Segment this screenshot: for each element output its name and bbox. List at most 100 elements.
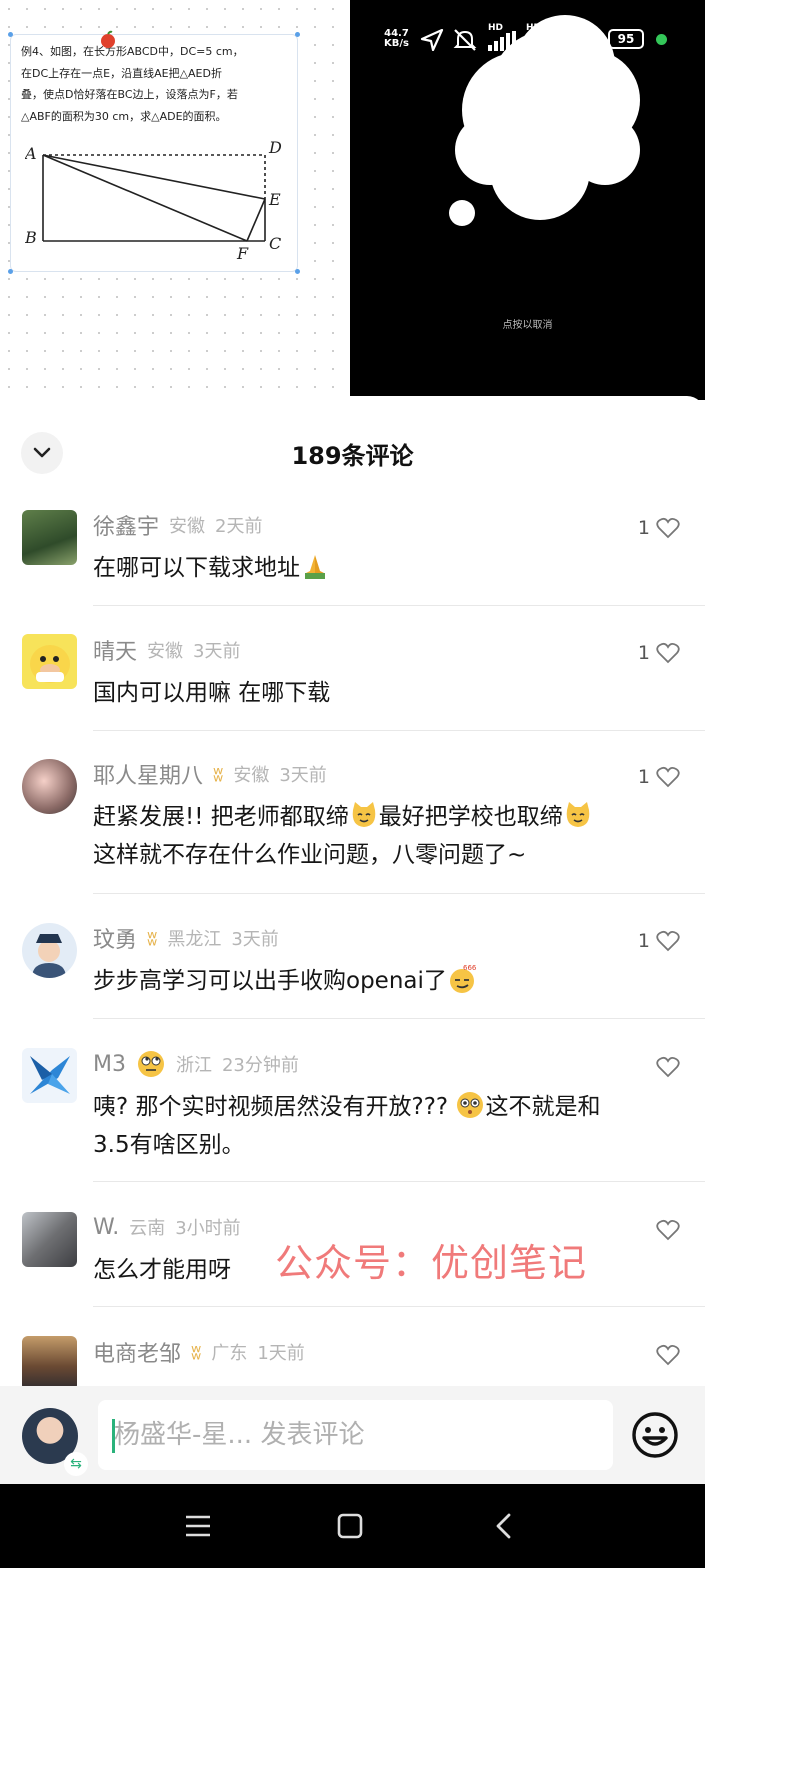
comment-text-content: 咦? 那个实时视频居然没有开放???: [93, 1094, 449, 1120]
like-button[interactable]: 1: [620, 928, 680, 954]
like-button[interactable]: [620, 1342, 680, 1368]
praying-hands-icon: [305, 555, 325, 579]
comment-count-title: 189条评论: [291, 442, 414, 470]
avatar[interactable]: [22, 634, 77, 689]
like-count: 1: [637, 517, 650, 539]
like-button[interactable]: [620, 1217, 680, 1243]
comment-input[interactable]: [98, 1400, 613, 1470]
region: 浙江: [175, 1055, 212, 1076]
network-speed: 44.7 KB/s: [384, 29, 409, 49]
rolling-eyes-face-icon: [137, 1051, 164, 1077]
cat-face-icon: [352, 802, 376, 827]
cancel-hint[interactable]: 点按以取消: [350, 316, 705, 331]
duck-avatar-icon: [30, 645, 70, 683]
comment-text[interactable]: 国内可以用嘛 在哪下载: [93, 674, 683, 712]
label-e: E: [268, 190, 281, 209]
divider: [93, 730, 705, 731]
comment-input-bar: ⇆: [0, 1386, 705, 1484]
divider: [93, 893, 705, 894]
verified-badge-icon: ʬ: [191, 1340, 202, 1364]
location-arrow-icon: [420, 29, 444, 51]
username[interactable]: 徐鑫宇: [93, 509, 159, 541]
username[interactable]: W.: [93, 1215, 119, 1240]
emoji-button-icon[interactable]: [630, 1410, 680, 1460]
region: 安徽: [169, 516, 206, 537]
region: 云南: [129, 1218, 166, 1239]
avatar[interactable]: [22, 759, 77, 814]
comment-text-content: 这样就不存在什么作业问题，八零问题了~: [93, 842, 527, 868]
resize-handle[interactable]: [295, 269, 300, 274]
comment-text[interactable]: 赶紧发展!! 把老师都取缔 最好把学校也取缔 这样就不存在什么作业问题，八零问题了…: [93, 798, 683, 874]
username[interactable]: 晴天: [93, 634, 137, 666]
comment-text[interactable]: 在哪可以下载求地址: [93, 549, 683, 587]
privacy-indicator-dot: [656, 34, 667, 45]
comment-text-content: 最好把学校也取缔: [378, 804, 563, 830]
flushed-face-icon: [457, 1092, 484, 1118]
timestamp: 1天前: [257, 1343, 305, 1364]
region: 黑龙江: [167, 929, 222, 950]
system-nav-bar: [0, 1484, 705, 1568]
comment-text-content: 3.5有啥区别。: [93, 1132, 245, 1158]
label-c: C: [269, 234, 281, 253]
like-count: 1: [637, 930, 650, 952]
timestamp: 3小时前: [175, 1218, 241, 1239]
heart-icon: [656, 930, 680, 952]
region: 安徽: [233, 765, 270, 786]
problem-text: 例4、如图，在长方形ABCD中，DC=5 cm， 在DC上存在一点E，沿直线AE…: [21, 41, 293, 127]
swap-account-icon[interactable]: ⇆: [64, 1452, 88, 1476]
bird-logo-icon: [30, 1056, 70, 1094]
menu-button[interactable]: [178, 1506, 218, 1546]
camera-overlay-pane[interactable]: 点按以取消: [350, 0, 705, 400]
divider: [93, 1018, 705, 1019]
like-button[interactable]: 1: [620, 515, 680, 541]
problem-card[interactable]: 例4、如图，在长方形ABCD中，DC=5 cm， 在DC上存在一点E，沿直线AE…: [8, 32, 300, 274]
speed-unit: KB/s: [384, 38, 409, 49]
cat-face-icon: [566, 802, 590, 827]
heart-icon: [656, 766, 680, 788]
username[interactable]: 玟勇: [93, 922, 137, 954]
avatar[interactable]: [22, 1336, 77, 1391]
timestamp: 3天前: [193, 641, 241, 662]
username[interactable]: 耶人星期八: [93, 758, 203, 790]
resize-handle[interactable]: [295, 32, 300, 37]
menu-icon: [186, 1515, 210, 1537]
signal-icon: [526, 33, 548, 51]
comment-meta: 耶人星期八 ʬ 安徽 3天前: [93, 758, 327, 790]
like-button[interactable]: 1: [620, 764, 680, 790]
status-bar: 44.7 KB/s HD HD 6 95: [380, 23, 700, 56]
region: 安徽: [147, 641, 184, 662]
timestamp: 3天前: [279, 765, 327, 786]
problem-line: 在DC上存在一点E，沿直线AE把△AED折: [21, 66, 222, 80]
battery-indicator: 95: [608, 29, 644, 49]
avatar[interactable]: [22, 510, 77, 565]
avatar[interactable]: [22, 1048, 77, 1103]
wifi-label: 6: [588, 40, 594, 49]
comment-text[interactable]: 步步高学习可以出手收购openai了 666: [93, 962, 683, 1000]
avatar[interactable]: [22, 923, 77, 978]
text-caret: [112, 1419, 115, 1453]
username[interactable]: 电商老邹: [93, 1336, 181, 1368]
username[interactable]: M3: [93, 1052, 126, 1077]
comment-text-content: 在哪可以下载求地址: [93, 555, 300, 581]
comment-meta: W. 云南 3小时前: [93, 1211, 241, 1243]
divider: [93, 605, 705, 606]
like-button[interactable]: [620, 1054, 680, 1080]
heart-icon: [656, 1344, 680, 1366]
comment-meta: 电商老邹 ʬ 广东 1天前: [93, 1336, 305, 1368]
verified-badge-icon: ʬ: [213, 762, 224, 786]
like-button[interactable]: 1: [620, 640, 680, 666]
back-button[interactable]: [484, 1506, 524, 1546]
comment-text-content: 赶紧发展!! 把老师都取缔: [93, 804, 349, 830]
comment-meta: 徐鑫宇 安徽 2天前: [93, 509, 262, 541]
region: 广东: [211, 1343, 248, 1364]
label-a: A: [25, 144, 37, 163]
avatar[interactable]: [22, 1212, 77, 1267]
like-count: 1: [637, 642, 650, 664]
timestamp: 3天前: [231, 929, 279, 950]
comment-text-content: 步步高学习可以出手收购openai了: [93, 968, 447, 994]
home-button[interactable]: [330, 1506, 370, 1546]
resize-handle[interactable]: [8, 32, 13, 37]
resize-handle[interactable]: [8, 269, 13, 274]
comment-text[interactable]: 咦? 那个实时视频居然没有开放??? 这不就是和 3.5有啥区别。: [93, 1088, 683, 1164]
whiteboard-pane[interactable]: 例4、如图，在长方形ABCD中，DC=5 cm， 在DC上存在一点E，沿直线AE…: [0, 0, 350, 400]
